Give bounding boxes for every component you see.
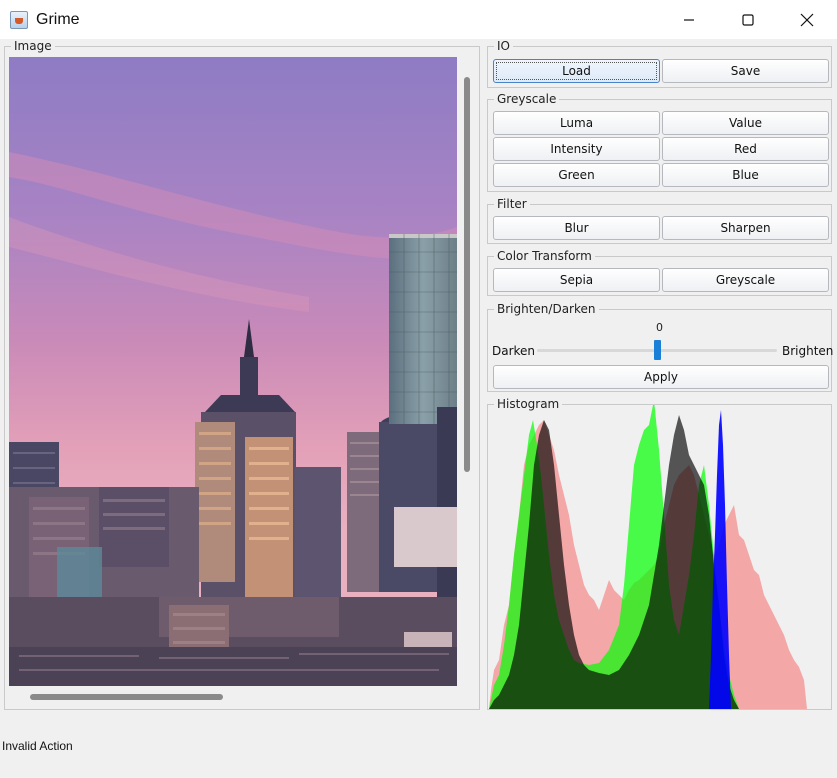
filter-legend: Filter [494, 197, 530, 211]
brighten-darken-panel: Brighten/Darken 0 Darken Brighten Apply [487, 302, 834, 392]
image-panel-legend: Image [11, 39, 55, 53]
greyscale-transform-button[interactable]: Greyscale [662, 268, 829, 292]
maximize-button[interactable] [719, 0, 777, 40]
image-view [9, 57, 457, 686]
red-button[interactable]: Red [662, 137, 829, 161]
image-panel: Image [4, 39, 480, 710]
close-icon [800, 13, 814, 27]
maximize-icon [742, 14, 754, 26]
brightness-slider-thumb[interactable] [654, 340, 661, 360]
io-legend: IO [494, 39, 513, 53]
blur-button-label: Blur [564, 221, 589, 235]
sepia-button-label: Sepia [559, 273, 594, 287]
horizontal-scrollbar[interactable] [30, 694, 223, 700]
filter-panel: Filter Blur Sharpen [487, 197, 832, 244]
brighten-darken-legend: Brighten/Darken [494, 302, 599, 316]
sharpen-button[interactable]: Sharpen [662, 216, 829, 240]
title-bar: Grime [0, 0, 837, 40]
city-skyline-image [9, 57, 457, 686]
darken-label: Darken [492, 344, 536, 358]
io-panel: IO Load Save [487, 39, 832, 88]
histogram-legend: Histogram [494, 397, 563, 411]
load-button[interactable]: Load [493, 59, 660, 83]
histogram-chart [489, 405, 807, 709]
greyscale-panel: Greyscale Luma Value Intensity Red Green… [487, 92, 832, 192]
value-button[interactable]: Value [662, 111, 829, 135]
luma-button[interactable]: Luma [493, 111, 660, 135]
focus-ring [496, 62, 657, 80]
window-title: Grime [36, 11, 80, 28]
sepia-button[interactable]: Sepia [493, 268, 660, 292]
value-button-label: Value [729, 116, 762, 130]
greyscale-transform-button-label: Greyscale [715, 273, 776, 287]
close-button[interactable] [778, 0, 836, 40]
intensity-button-label: Intensity [550, 142, 603, 156]
sharpen-button-label: Sharpen [720, 221, 771, 235]
red-button-label: Red [734, 142, 757, 156]
color-transform-legend: Color Transform [494, 249, 595, 263]
intensity-button[interactable]: Intensity [493, 137, 660, 161]
minimize-icon [684, 19, 694, 21]
brighten-label: Brighten [782, 344, 834, 358]
green-button[interactable]: Green [493, 163, 660, 187]
apply-button[interactable]: Apply [493, 365, 829, 389]
blue-button-label: Blue [732, 168, 759, 182]
luma-button-label: Luma [559, 116, 594, 130]
histogram-panel: Histogram [487, 397, 832, 710]
minimize-button[interactable] [660, 0, 718, 40]
blur-button[interactable]: Blur [493, 216, 660, 240]
vertical-scrollbar[interactable] [464, 77, 470, 472]
slider-value: 0 [656, 321, 663, 334]
save-button-label: Save [730, 64, 761, 78]
status-message: Invalid Action [2, 739, 73, 753]
color-transform-panel: Color Transform Sepia Greyscale [487, 249, 832, 296]
apply-button-label: Apply [644, 370, 678, 384]
blue-button[interactable]: Blue [662, 163, 829, 187]
java-cup-icon [10, 11, 28, 29]
green-button-label: Green [558, 168, 595, 182]
save-button[interactable]: Save [662, 59, 829, 83]
greyscale-legend: Greyscale [494, 92, 560, 106]
